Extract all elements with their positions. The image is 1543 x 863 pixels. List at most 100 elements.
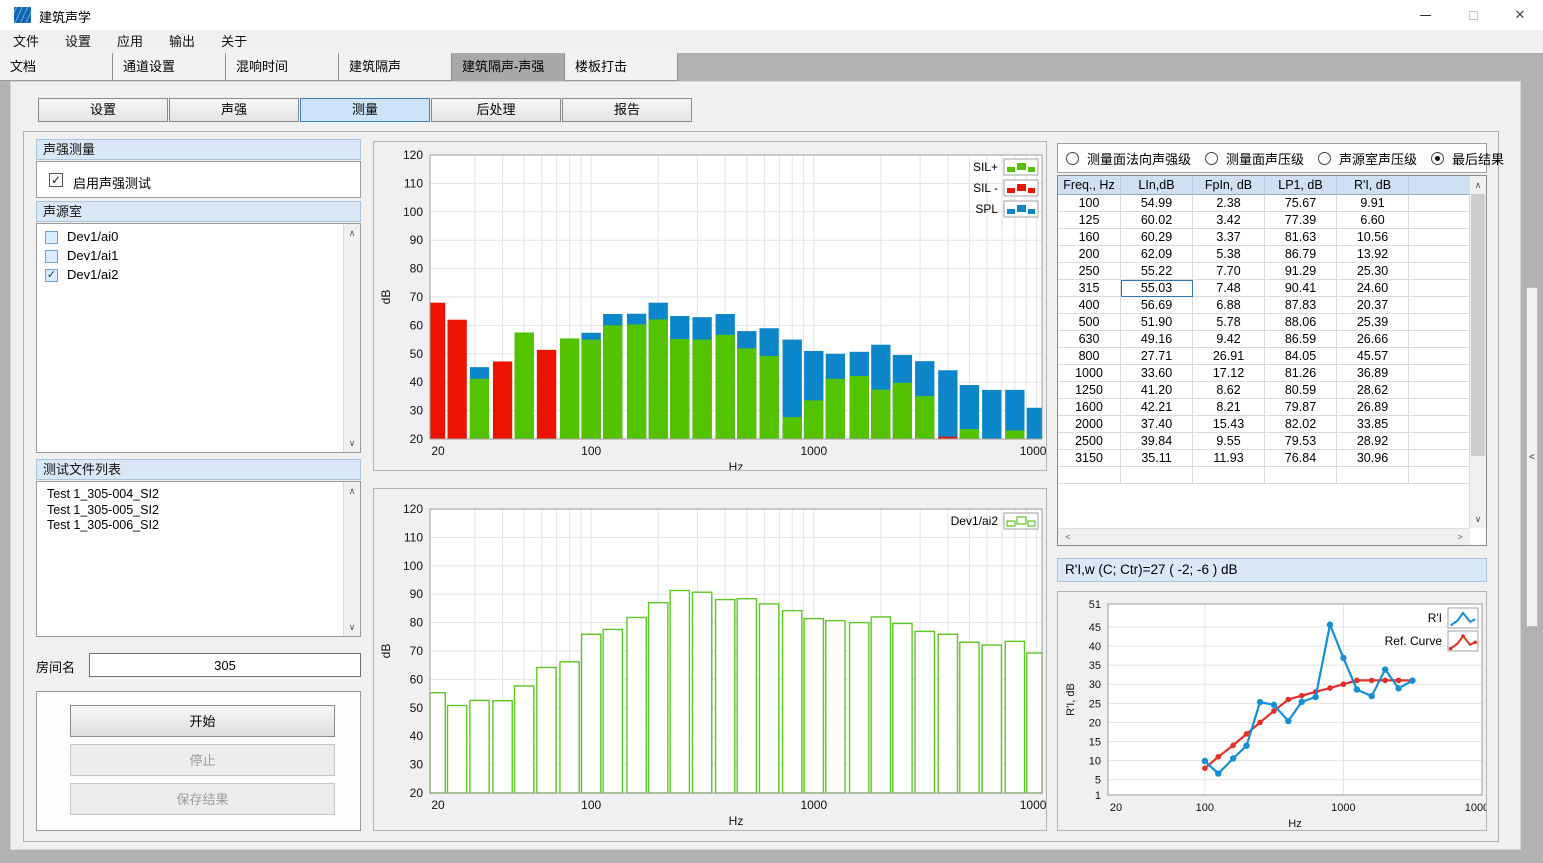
cell-1600-2[interactable]: 8.21 — [1193, 399, 1265, 416]
cell-1250-2[interactable]: 8.62 — [1193, 382, 1265, 399]
panel-collapse-handle[interactable]: < — [1526, 287, 1538, 627]
cell-2500-1[interactable]: 39.84 — [1121, 433, 1193, 450]
scroll-up-icon[interactable]: ∧ — [344, 483, 360, 499]
table-row[interactable]: 16060.293.3781.6310.56 — [1058, 229, 1470, 246]
cell-400-2[interactable]: 6.88 — [1193, 297, 1265, 314]
cell-800-4[interactable]: 45.57 — [1337, 348, 1409, 365]
cell-1600-0[interactable]: 1600 — [1058, 399, 1121, 416]
cell-250-2[interactable]: 7.70 — [1193, 263, 1265, 280]
table-horizontal-scrollbar[interactable]: < > — [1058, 528, 1470, 545]
cell-630-4[interactable]: 26.66 — [1337, 331, 1409, 348]
cell-3150-2[interactable]: 11.93 — [1193, 450, 1265, 467]
table-vertical-scrollbar[interactable]: ∧ ∨ — [1469, 176, 1486, 528]
room-name-input[interactable] — [89, 653, 361, 677]
test-file-item[interactable]: Test 1_305-006_SI2 — [47, 518, 159, 532]
table-row[interactable]: 200037.4015.4382.0233.85 — [1058, 416, 1470, 433]
cell-200-0[interactable]: 200 — [1058, 246, 1121, 263]
radio-测量面法向声强级[interactable] — [1066, 152, 1079, 165]
cell-100-1[interactable]: 54.99 — [1121, 195, 1193, 212]
scroll-down-icon[interactable]: ∨ — [344, 619, 360, 635]
channel-checkbox-Dev1/ai2[interactable]: ✓ — [45, 269, 58, 282]
cell-1000-2[interactable]: 17.12 — [1193, 365, 1265, 382]
cell-160-0[interactable]: 160 — [1058, 229, 1121, 246]
cell-2500-4[interactable]: 28.92 — [1337, 433, 1409, 450]
table-row[interactable]: 40056.696.8887.8320.37 — [1058, 297, 1470, 314]
cell-315-2[interactable]: 7.48 — [1193, 280, 1265, 297]
tab-通道设置[interactable]: 通道设置 — [113, 53, 226, 81]
cell-400-0[interactable]: 400 — [1058, 297, 1121, 314]
start-button[interactable]: 开始 — [70, 705, 335, 737]
table-row[interactable]: 10054.992.3875.679.91 — [1058, 195, 1470, 212]
cell-125-3[interactable]: 77.39 — [1265, 212, 1337, 229]
scroll-up-icon[interactable]: ∧ — [1470, 177, 1486, 193]
cell-630-3[interactable]: 86.59 — [1265, 331, 1337, 348]
cell-125-1[interactable]: 60.02 — [1121, 212, 1193, 229]
cell-160-3[interactable]: 81.63 — [1265, 229, 1337, 246]
cell-800-0[interactable]: 800 — [1058, 348, 1121, 365]
table-row[interactable]: 12560.023.4277.396.60 — [1058, 212, 1470, 229]
cell-100-2[interactable]: 2.38 — [1193, 195, 1265, 212]
subtab-测量[interactable]: 测量 — [300, 98, 430, 122]
cell-2000-4[interactable]: 33.85 — [1337, 416, 1409, 433]
table-row[interactable]: 31555.037.4890.4124.60 — [1058, 280, 1470, 297]
cell-250-3[interactable]: 91.29 — [1265, 263, 1337, 280]
test-file-item[interactable]: Test 1_305-004_SI2 — [47, 487, 159, 501]
cell-1600-4[interactable]: 26.89 — [1337, 399, 1409, 416]
cell-1000-0[interactable]: 1000 — [1058, 365, 1121, 382]
table-row[interactable]: 20062.095.3886.7913.92 — [1058, 246, 1470, 263]
cell-400-1[interactable]: 56.69 — [1121, 297, 1193, 314]
minimize-button[interactable] — [1402, 0, 1448, 30]
table-row[interactable]: 250039.849.5579.5328.92 — [1058, 433, 1470, 450]
table-row[interactable]: 125041.208.6280.5928.62 — [1058, 382, 1470, 399]
menu-item-设置[interactable]: 设置 — [52, 30, 104, 53]
cell-3150-0[interactable]: 3150 — [1058, 450, 1121, 467]
cell-250-4[interactable]: 25.30 — [1337, 263, 1409, 280]
scroll-thumb[interactable] — [1471, 194, 1485, 456]
cell-2000-3[interactable]: 82.02 — [1265, 416, 1337, 433]
cell-200-2[interactable]: 5.38 — [1193, 246, 1265, 263]
menu-item-文件[interactable]: 文件 — [0, 30, 52, 53]
cell-160-2[interactable]: 3.37 — [1193, 229, 1265, 246]
cell-125-2[interactable]: 3.42 — [1193, 212, 1265, 229]
cell-500-0[interactable]: 500 — [1058, 314, 1121, 331]
cell-800-3[interactable]: 84.05 — [1265, 348, 1337, 365]
stop-button[interactable]: 停止 — [70, 744, 335, 776]
cell-125-0[interactable]: 125 — [1058, 212, 1121, 229]
enable-intensity-checkbox[interactable]: ✓ — [49, 173, 63, 187]
scroll-down-icon[interactable]: ∨ — [344, 435, 360, 451]
source-room-channel-list[interactable]: ∧ ∨ Dev1/ai0Dev1/ai1✓Dev1/ai2 — [36, 223, 361, 453]
cell-1000-3[interactable]: 81.26 — [1265, 365, 1337, 382]
cell-315-1[interactable]: 55.03 — [1121, 280, 1193, 297]
save-results-button[interactable]: 保存结果 — [70, 783, 335, 815]
cell-1000-1[interactable]: 33.60 — [1121, 365, 1193, 382]
cell-315-4[interactable]: 24.60 — [1337, 280, 1409, 297]
cell-800-2[interactable]: 26.91 — [1193, 348, 1265, 365]
subtab-后处理[interactable]: 后处理 — [431, 98, 561, 122]
cell-125-4[interactable]: 6.60 — [1337, 212, 1409, 229]
cell-800-1[interactable]: 27.71 — [1121, 348, 1193, 365]
table-row[interactable]: 80027.7126.9184.0545.57 — [1058, 348, 1470, 365]
subtab-报告[interactable]: 报告 — [562, 98, 692, 122]
tab-混响时间[interactable]: 混响时间 — [226, 53, 339, 81]
maximize-button[interactable] — [1450, 0, 1496, 30]
scroll-right-icon[interactable]: > — [1452, 529, 1468, 545]
channel-list-scrollbar[interactable]: ∧ ∨ — [343, 224, 360, 452]
cell-250-0[interactable]: 250 — [1058, 263, 1121, 280]
cell-500-1[interactable]: 51.90 — [1121, 314, 1193, 331]
cell-200-3[interactable]: 86.79 — [1265, 246, 1337, 263]
tab-建筑隔声[interactable]: 建筑隔声 — [339, 53, 452, 81]
cell-1250-1[interactable]: 41.20 — [1121, 382, 1193, 399]
scroll-up-icon[interactable]: ∧ — [344, 225, 360, 241]
table-row[interactable]: 100033.6017.1281.2636.89 — [1058, 365, 1470, 382]
cell-160-1[interactable]: 60.29 — [1121, 229, 1193, 246]
cell-630-0[interactable]: 630 — [1058, 331, 1121, 348]
table-row[interactable]: 50051.905.7888.0625.39 — [1058, 314, 1470, 331]
cell-400-3[interactable]: 87.83 — [1265, 297, 1337, 314]
cell-2500-2[interactable]: 9.55 — [1193, 433, 1265, 450]
menu-item-应用[interactable]: 应用 — [104, 30, 156, 53]
cell-160-4[interactable]: 10.56 — [1337, 229, 1409, 246]
channel-checkbox-Dev1/ai1[interactable] — [45, 250, 58, 263]
cell-630-2[interactable]: 9.42 — [1193, 331, 1265, 348]
radio-测量面声压级[interactable] — [1205, 152, 1218, 165]
cell-2000-1[interactable]: 37.40 — [1121, 416, 1193, 433]
